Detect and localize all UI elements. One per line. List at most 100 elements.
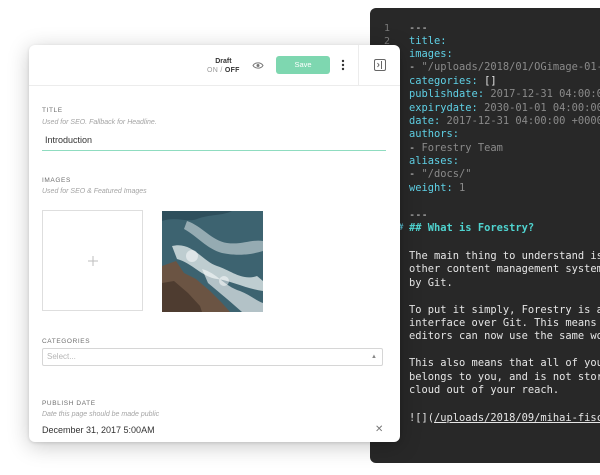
code-token: by Git. bbox=[409, 277, 453, 289]
code-token: categories: bbox=[409, 75, 485, 87]
front-matter-panel: Draft ON / OFF Save TITLE Used for SEO. … bbox=[29, 45, 400, 442]
editor-line[interactable] bbox=[370, 196, 600, 209]
line-code: - "/docs/" bbox=[409, 168, 472, 181]
code-token: --- bbox=[409, 22, 428, 34]
editor-line[interactable]: belongs to you, and is not stored i bbox=[370, 371, 600, 384]
editor-line[interactable] bbox=[370, 236, 600, 249]
categories-label: CATEGORIES bbox=[42, 338, 91, 345]
editor-line[interactable]: expirydate: 2030-01-01 04:00:00 +00 bbox=[370, 102, 600, 115]
line-code: title: bbox=[409, 35, 447, 48]
draft-toggle[interactable]: Draft ON / OFF bbox=[207, 57, 240, 75]
editor-line[interactable]: editors can now use the same workfl bbox=[370, 330, 600, 343]
title-label: TITLE bbox=[42, 107, 63, 114]
editor-line[interactable] bbox=[370, 398, 600, 411]
editor-line[interactable]: cloud out of your reach. bbox=[370, 384, 600, 397]
editor-line[interactable]: - "/docs/" bbox=[370, 168, 600, 181]
line-code: weight: 1 bbox=[409, 182, 465, 195]
code-token: 2017-12-31 04:00:00 +0 bbox=[490, 88, 600, 100]
code-token: other content management systems — bbox=[409, 263, 600, 275]
editor-line[interactable]: 2 title: bbox=[370, 35, 600, 48]
code-token: 2030-01-01 04:00:00 +00 bbox=[484, 102, 600, 114]
line-code: --- bbox=[409, 22, 428, 35]
save-button[interactable]: Save bbox=[276, 56, 330, 74]
code-token: /uploads/2018/09/mihai-fischer- bbox=[434, 412, 600, 424]
line-code: belongs to you, and is not stored i bbox=[409, 371, 600, 384]
code-token: aliases: bbox=[409, 155, 460, 167]
code-token: 2017-12-31 04:00:00 +0000 bbox=[446, 115, 600, 127]
code-token: expirydate: bbox=[409, 102, 485, 114]
line-code: date: 2017-12-31 04:00:00 +0000 bbox=[409, 115, 600, 128]
categories-select[interactable]: Select... ▲ bbox=[42, 348, 383, 366]
editor-line[interactable]: - "/uploads/2018/01/OGimage-01-docs bbox=[370, 61, 600, 74]
images-help: Used for SEO & Featured Images bbox=[42, 188, 147, 195]
code-token: belongs to you, and is not stored i bbox=[409, 371, 600, 383]
code-token: "/uploads/2018/01/OGimage-01-docs bbox=[421, 61, 600, 73]
markdown-editor[interactable]: 1 --- 2 title: images: - "/uploads/2018/01/OG… bbox=[370, 8, 600, 463]
editor-line[interactable]: images: bbox=[370, 48, 600, 61]
editor-line[interactable]: The main thing to understand is tha bbox=[370, 250, 600, 263]
code-token: images: bbox=[409, 48, 453, 60]
code-token: - bbox=[409, 61, 422, 73]
code-token: cloud out of your reach. bbox=[409, 384, 560, 396]
code-token: authors: bbox=[409, 128, 460, 140]
clear-date-icon[interactable]: ✕ bbox=[375, 424, 383, 435]
publish-date-help: Date this page should be made public bbox=[42, 411, 160, 418]
panel-toolbar: Draft ON / OFF Save bbox=[29, 45, 400, 86]
editor-line[interactable]: aliases: bbox=[370, 155, 600, 168]
more-options-icon[interactable] bbox=[337, 56, 349, 74]
line-code: cloud out of your reach. bbox=[409, 384, 559, 397]
toggle-sidebar-icon[interactable] bbox=[372, 57, 388, 73]
toolbar-divider bbox=[358, 45, 359, 85]
code-token: This also means that all of your co bbox=[409, 357, 600, 369]
code-token: - bbox=[409, 168, 422, 180]
publish-date-input[interactable]: December 31, 2017 5:00AM bbox=[42, 425, 155, 435]
title-input[interactable]: Introduction bbox=[42, 130, 386, 151]
code-token: --- bbox=[409, 209, 428, 221]
preview-eye-icon[interactable] bbox=[249, 56, 267, 74]
editor-line[interactable]: weight: 1 bbox=[370, 182, 600, 195]
editor-line[interactable]: other content management systems — bbox=[370, 263, 600, 276]
editor-line[interactable]: This also means that all of your co bbox=[370, 357, 600, 370]
editor-line[interactable]: date: 2017-12-31 04:00:00 +0000 bbox=[370, 115, 600, 128]
code-token: ![]( bbox=[409, 412, 435, 424]
code-token: Forestry Team bbox=[421, 142, 503, 154]
editor-line[interactable]: ![](/uploads/2018/09/mihai-fischer- bbox=[370, 412, 600, 425]
editor-line[interactable]: authors: bbox=[370, 128, 600, 141]
line-code: images: bbox=[409, 48, 453, 61]
code-token: interface over Git. This means that bbox=[409, 317, 597, 329]
line-number: 1 bbox=[383, 23, 390, 34]
editor-line[interactable]: 1 --- bbox=[370, 22, 600, 35]
line-code: categories: [] bbox=[409, 75, 497, 88]
editor-line[interactable]: interface over Git. This means that bbox=[370, 317, 600, 330]
editor-line[interactable] bbox=[370, 344, 600, 357]
editor-line[interactable]: To put it simply, Forestry is an ed bbox=[370, 304, 600, 317]
line-code: interface over Git. This means that bbox=[409, 317, 600, 330]
line-code: - Forestry Team bbox=[409, 142, 503, 155]
editor-line[interactable]: publishdate: 2017-12-31 04:00:00 +0 bbox=[370, 88, 600, 101]
editor-line[interactable]: --- bbox=[370, 209, 600, 222]
line-code: editors can now use the same workfl bbox=[409, 330, 600, 343]
line-code: The main thing to understand is tha bbox=[409, 250, 600, 263]
line-code: publishdate: 2017-12-31 04:00:00 +0 bbox=[409, 88, 600, 101]
add-image-button[interactable] bbox=[42, 210, 143, 311]
editor-line[interactable] bbox=[370, 290, 600, 303]
code-token: "/docs/" bbox=[421, 168, 472, 180]
featured-image-thumbnail[interactable] bbox=[162, 211, 263, 312]
code-token: ## What is Forestry? bbox=[409, 222, 535, 234]
line-code: expirydate: 2030-01-01 04:00:00 +00 bbox=[409, 102, 600, 115]
plus-icon bbox=[87, 255, 98, 266]
editor-line[interactable]: # ## What is Forestry? bbox=[370, 222, 600, 235]
editor-line[interactable]: by Git. bbox=[370, 277, 600, 290]
editor-line[interactable]: - Forestry Team bbox=[370, 142, 600, 155]
line-code: by Git. bbox=[409, 277, 453, 290]
code-token: - bbox=[409, 142, 422, 154]
line-code: To put it simply, Forestry is an ed bbox=[409, 304, 600, 317]
line-code: other content management systems — bbox=[409, 263, 600, 276]
editor-line[interactable]: categories: [] bbox=[370, 75, 600, 88]
images-label: IMAGES bbox=[42, 177, 71, 184]
line-code: --- bbox=[409, 209, 428, 222]
line-code: ![](/uploads/2018/09/mihai-fischer- bbox=[409, 412, 600, 425]
categories-placeholder: Select... bbox=[47, 352, 76, 361]
code-token: publishdate: bbox=[409, 88, 491, 100]
caret-up-icon: ▲ bbox=[371, 354, 377, 360]
